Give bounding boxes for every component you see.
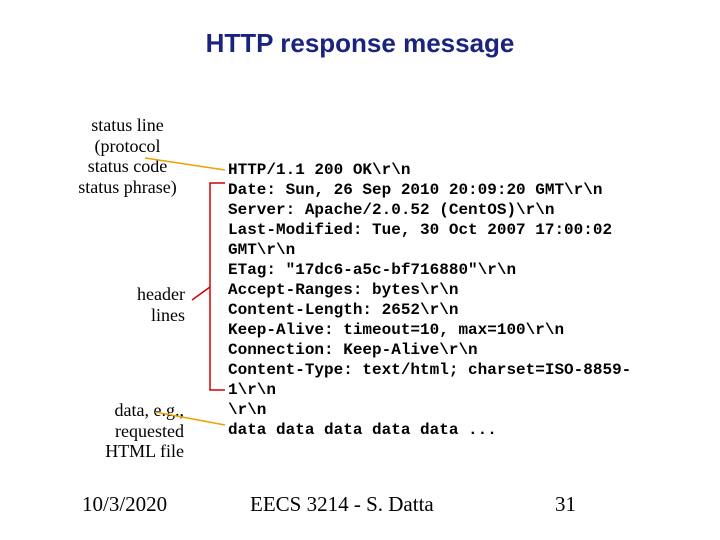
footer-date: 10/3/2020 [82,492,167,517]
page-title: HTTP response message [0,28,720,59]
http-response-code: HTTP/1.1 200 OK\r\n Date: Sun, 26 Sep 20… [228,160,663,440]
footer-page: 31 [555,492,576,517]
footer-course: EECS 3214 - S. Datta [250,492,434,517]
label-data: data, e.g.,requestedHTML file [72,400,184,462]
label-status-line: status line(protocolstatus codestatus ph… [60,115,195,198]
label-header-lines: headerlines [110,284,185,325]
